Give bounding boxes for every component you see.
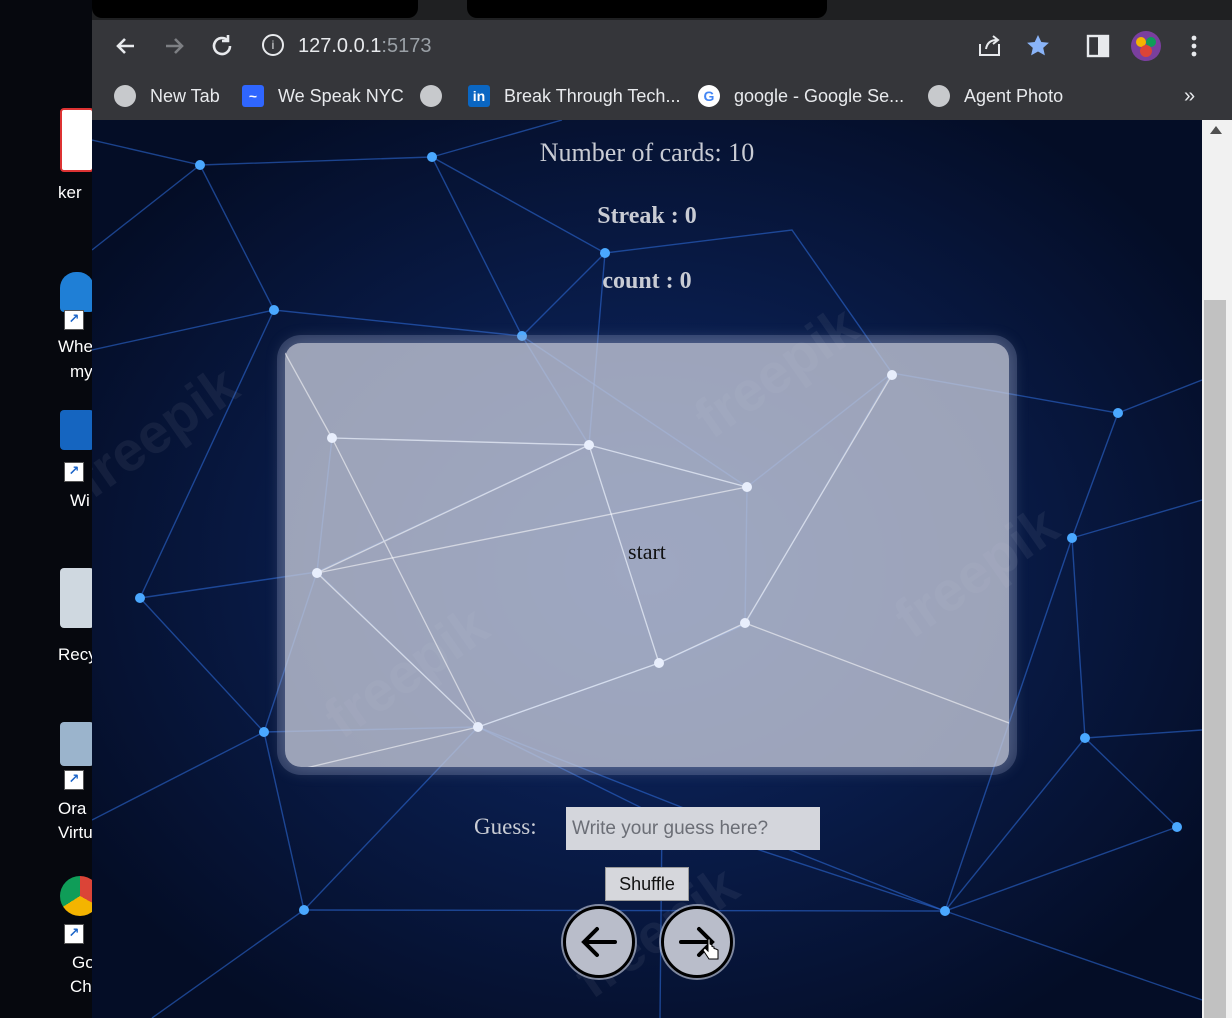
reload-icon: [212, 35, 232, 56]
reload-button[interactable]: [206, 30, 238, 62]
desktop-label: Ora: [58, 799, 87, 818]
browser-window: i 127.0.0.1:5173 New Tab ~ We Speak NYC in…: [92, 0, 1232, 1018]
page-content: freepik freepik freepik freepik freepik …: [92, 120, 1202, 1018]
tab-group-right[interactable]: [467, 0, 827, 18]
url-host: 127.0.0.1: [298, 35, 382, 57]
count-counter: count : 0: [602, 268, 692, 294]
url-port: :5173: [381, 35, 432, 57]
star-icon: [1027, 35, 1049, 56]
flashcard[interactable]: start: [285, 343, 1009, 767]
number-of-cards: Number of cards: 10: [539, 138, 755, 167]
hand-cursor-icon: [702, 938, 719, 960]
previous-card-button[interactable]: [563, 906, 635, 978]
bookmark-new-tab[interactable]: New Tab: [114, 80, 220, 112]
desktop-label: Wi: [70, 491, 90, 510]
card-text: start: [628, 539, 666, 564]
site-info-icon[interactable]: i: [262, 33, 284, 56]
bookmarks-bar: New Tab ~ We Speak NYC in Break Through Te…: [92, 72, 1232, 120]
guess-input[interactable]: [566, 807, 820, 850]
wespeaknyc-icon: ~: [242, 85, 264, 107]
profile-avatar[interactable]: [1130, 30, 1162, 62]
desktop-label: Recy: [58, 645, 97, 664]
bookmark-we-speak-nyc[interactable]: ~ We Speak NYC: [242, 80, 404, 112]
bookmark-star-button[interactable]: [1022, 30, 1054, 62]
next-card-button[interactable]: [661, 906, 733, 978]
share-button[interactable]: [974, 30, 1006, 62]
side-panel-icon: [1086, 34, 1110, 58]
linkedin-icon: in: [468, 85, 490, 107]
shuffle-button[interactable]: Shuffle: [605, 867, 689, 901]
tab-group-left[interactable]: [92, 0, 418, 18]
bookmark-break-through-tech[interactable]: in Break Through Tech...: [468, 80, 680, 112]
bookmark-agent-photo[interactable]: Agent Photo: [928, 80, 1063, 112]
desktop-area: ker ↗ Whe my ↗ Wi Recy ↗ Ora Virtu ↗ Go …: [0, 0, 100, 1018]
avatar-icon: [1131, 31, 1161, 61]
globe-icon: [420, 85, 442, 107]
tab-strip[interactable]: [92, 0, 1232, 20]
globe-icon: [114, 85, 136, 107]
desktop-label: Whe: [58, 337, 93, 356]
bookmark-globe[interactable]: [420, 80, 442, 112]
more-vert-icon: [1191, 35, 1197, 57]
side-panel-button[interactable]: [1082, 30, 1114, 62]
address-bar[interactable]: i 127.0.0.1:5173: [262, 28, 482, 64]
google-icon: G: [698, 85, 720, 107]
menu-button[interactable]: [1178, 30, 1210, 62]
streak-counter: Streak : 0: [597, 203, 697, 229]
forward-button[interactable]: [158, 30, 190, 62]
forward-arrow-icon: [166, 38, 184, 54]
page-scrollbar[interactable]: [1202, 120, 1232, 1018]
back-arrow-icon: [116, 38, 134, 54]
desktop-label: my: [70, 362, 93, 381]
arrow-left-icon: [581, 927, 617, 957]
globe-icon: [928, 85, 950, 107]
scroll-up-arrow-icon[interactable]: [1210, 126, 1222, 134]
browser-toolbar: i 127.0.0.1:5173: [92, 20, 1232, 72]
desktop-label: ker: [58, 183, 82, 202]
guess-label: Guess:: [474, 814, 537, 839]
desktop-label: Virtu: [58, 823, 93, 842]
more-bookmarks-button[interactable]: »: [1184, 80, 1195, 112]
scrollbar-thumb[interactable]: [1204, 300, 1226, 1018]
bookmark-google[interactable]: Ggoogle - Google Se...: [698, 80, 904, 112]
share-icon: [979, 35, 1000, 56]
back-button[interactable]: [110, 30, 142, 62]
